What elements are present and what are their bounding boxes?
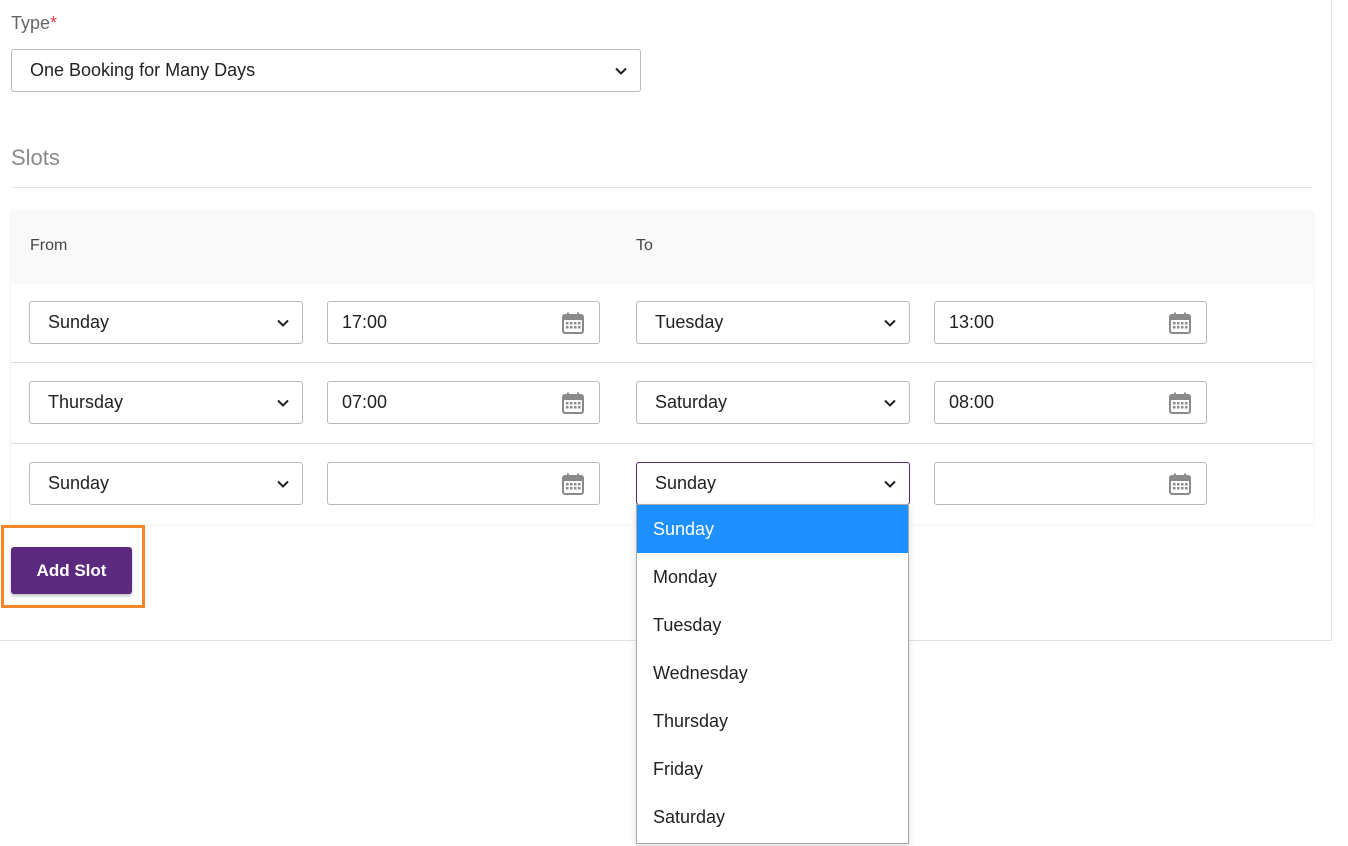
- calendar-icon[interactable]: [561, 472, 585, 496]
- from-time-value: 07:00: [342, 392, 388, 412]
- divider: [11, 187, 1313, 188]
- chevron-down-icon: [884, 480, 896, 488]
- slots-heading: Slots: [11, 145, 60, 170]
- calendar-icon[interactable]: [1168, 472, 1192, 496]
- chevron-down-icon: [884, 399, 896, 407]
- day-dropdown-list: Sunday Monday Tuesday Wednesday Thursday…: [636, 504, 909, 844]
- slot-row: Sunday 17:00 Tuesday 13:00: [11, 284, 1313, 364]
- from-day-value: Thursday: [48, 392, 124, 412]
- chevron-down-icon: [615, 67, 627, 75]
- from-column-header: From: [30, 237, 68, 254]
- dropdown-option-tuesday[interactable]: Tuesday: [637, 601, 908, 649]
- from-time-input[interactable]: 17:00: [327, 301, 600, 344]
- slot-row: Thursday 07:00 Saturday 08:00: [11, 362, 1313, 443]
- from-time-value: 17:00: [342, 312, 388, 332]
- to-day-value: Saturday: [655, 392, 728, 412]
- to-day-select[interactable]: Sunday: [636, 462, 910, 505]
- add-slot-button[interactable]: Add Slot: [11, 547, 132, 594]
- dropdown-option-sunday[interactable]: Sunday: [637, 505, 908, 553]
- dropdown-option-friday[interactable]: Friday: [637, 745, 908, 793]
- type-select[interactable]: One Booking for Many Days: [11, 49, 641, 92]
- calendar-icon[interactable]: [1168, 311, 1192, 335]
- calendar-icon[interactable]: [1168, 391, 1192, 415]
- from-day-select[interactable]: Thursday: [29, 381, 303, 424]
- type-select-value: One Booking for Many Days: [30, 60, 256, 80]
- chevron-down-icon: [277, 399, 289, 407]
- chevron-down-icon: [277, 480, 289, 488]
- from-day-select[interactable]: Sunday: [29, 301, 303, 344]
- dropdown-option-saturday[interactable]: Saturday: [637, 793, 908, 841]
- to-time-input[interactable]: [934, 462, 1207, 505]
- from-day-value: Sunday: [48, 473, 110, 493]
- dropdown-option-monday[interactable]: Monday: [637, 553, 908, 601]
- required-mark: *: [50, 13, 58, 33]
- to-time-input[interactable]: 13:00: [934, 301, 1207, 344]
- type-label: Type*: [11, 13, 58, 33]
- calendar-icon[interactable]: [561, 311, 585, 335]
- to-day-value: Tuesday: [655, 312, 724, 332]
- to-column-header: To: [636, 237, 653, 254]
- from-time-input[interactable]: [327, 462, 600, 505]
- from-day-value: Sunday: [48, 312, 110, 332]
- to-day-select[interactable]: Saturday: [636, 381, 910, 424]
- slots-table: From To Sunday 17:00 Tuesday 13:00 Thurs…: [11, 211, 1313, 524]
- chevron-down-icon: [884, 319, 896, 327]
- from-time-input[interactable]: 07:00: [327, 381, 600, 424]
- to-day-select[interactable]: Tuesday: [636, 301, 910, 344]
- to-time-value: 08:00: [949, 392, 995, 412]
- dropdown-option-thursday[interactable]: Thursday: [637, 697, 908, 745]
- to-day-value: Sunday: [655, 473, 717, 493]
- to-time-value: 13:00: [949, 312, 995, 332]
- chevron-down-icon: [277, 319, 289, 327]
- from-day-select[interactable]: Sunday: [29, 462, 303, 505]
- to-time-input[interactable]: 08:00: [934, 381, 1207, 424]
- dropdown-option-wednesday[interactable]: Wednesday: [637, 649, 908, 697]
- calendar-icon[interactable]: [561, 391, 585, 415]
- slots-table-header: From To: [11, 211, 1313, 284]
